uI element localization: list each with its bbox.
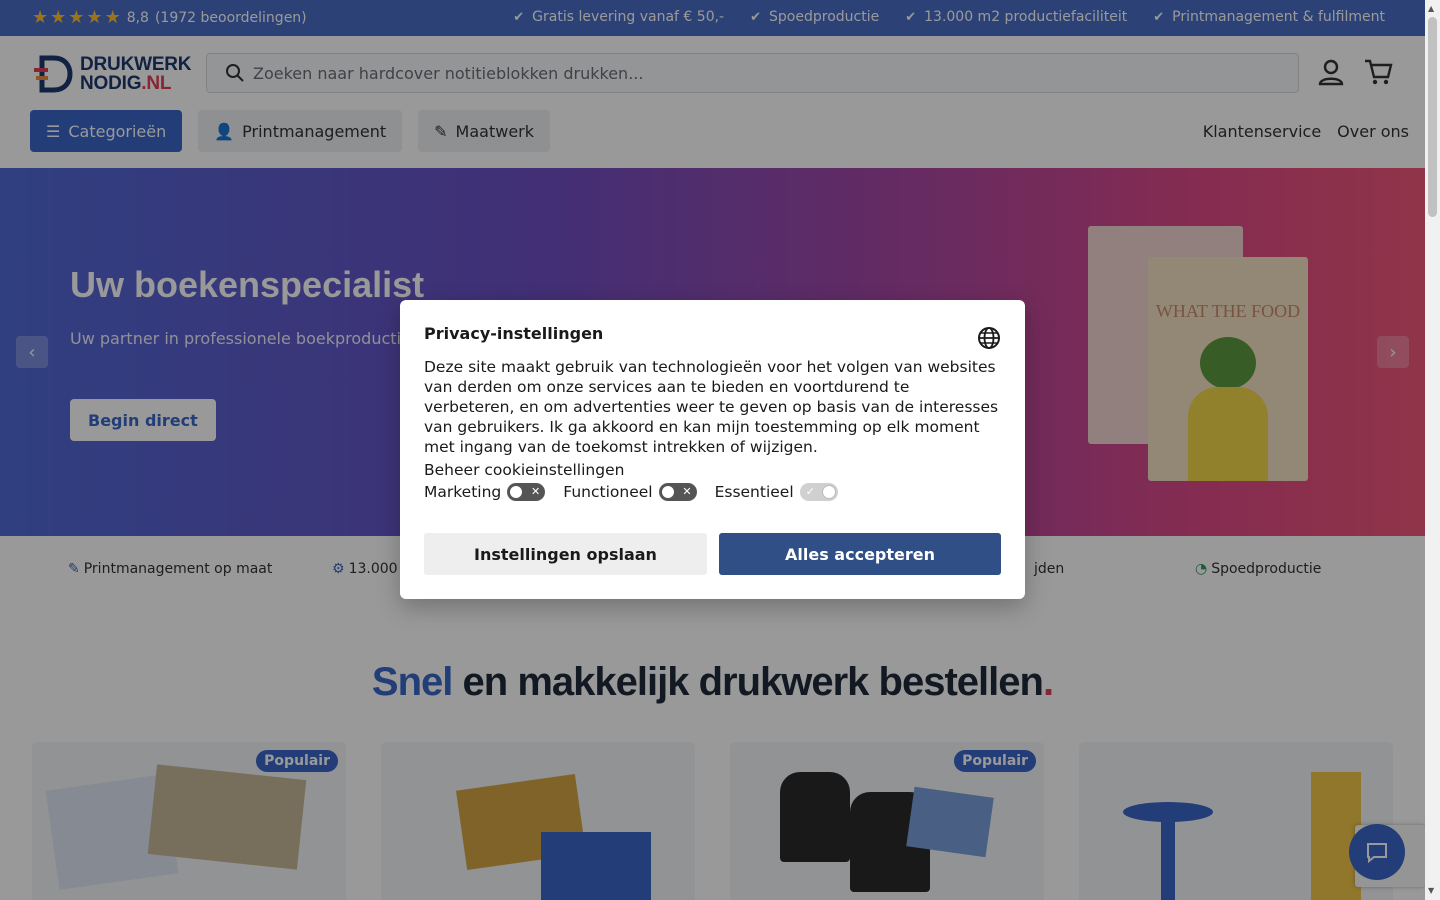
toggle-marketing[interactable]: Marketing ✕ [424, 481, 546, 503]
scroll-up-icon[interactable]: ▲ [1428, 4, 1434, 13]
privacy-modal: Privacy-instellingen Deze site maakt geb… [400, 300, 1025, 599]
toggle-switch[interactable]: ✕ [507, 483, 546, 501]
check-icon: ✓ [805, 485, 815, 498]
toggle-switch[interactable]: ✕ [658, 483, 697, 501]
toggle-essential[interactable]: Essentieel ✓ [715, 481, 838, 503]
modal-actions: Instellingen opslaan Alles accepteren [424, 533, 1001, 575]
modal-description: Deze site maakt gebruik van technologieë… [424, 358, 999, 456]
close-icon: ✕ [531, 485, 541, 498]
save-settings-button[interactable]: Instellingen opslaan [424, 533, 707, 575]
modal-title: Privacy-instellingen [424, 324, 604, 343]
manage-cookies-label: Beheer cookieinstellingen [424, 461, 625, 479]
toggle-label: Essentieel [714, 483, 794, 501]
page-scrollbar[interactable]: ▲ ▼ [1425, 0, 1440, 900]
globe-icon[interactable] [977, 326, 1001, 350]
scrollbar-thumb[interactable] [1428, 17, 1437, 217]
close-icon: ✕ [682, 485, 692, 498]
scroll-down-icon[interactable]: ▼ [1428, 886, 1434, 895]
cookie-toggles: Marketing ✕ Functioneel ✕ Essentieel ✓ [424, 481, 1001, 503]
toggle-label: Marketing [424, 483, 502, 501]
toggle-functional[interactable]: Functioneel ✕ [563, 481, 697, 503]
toggle-label: Functioneel [563, 483, 653, 501]
toggle-switch-disabled: ✓ [799, 483, 838, 501]
accept-all-button[interactable]: Alles accepteren [719, 533, 1001, 575]
